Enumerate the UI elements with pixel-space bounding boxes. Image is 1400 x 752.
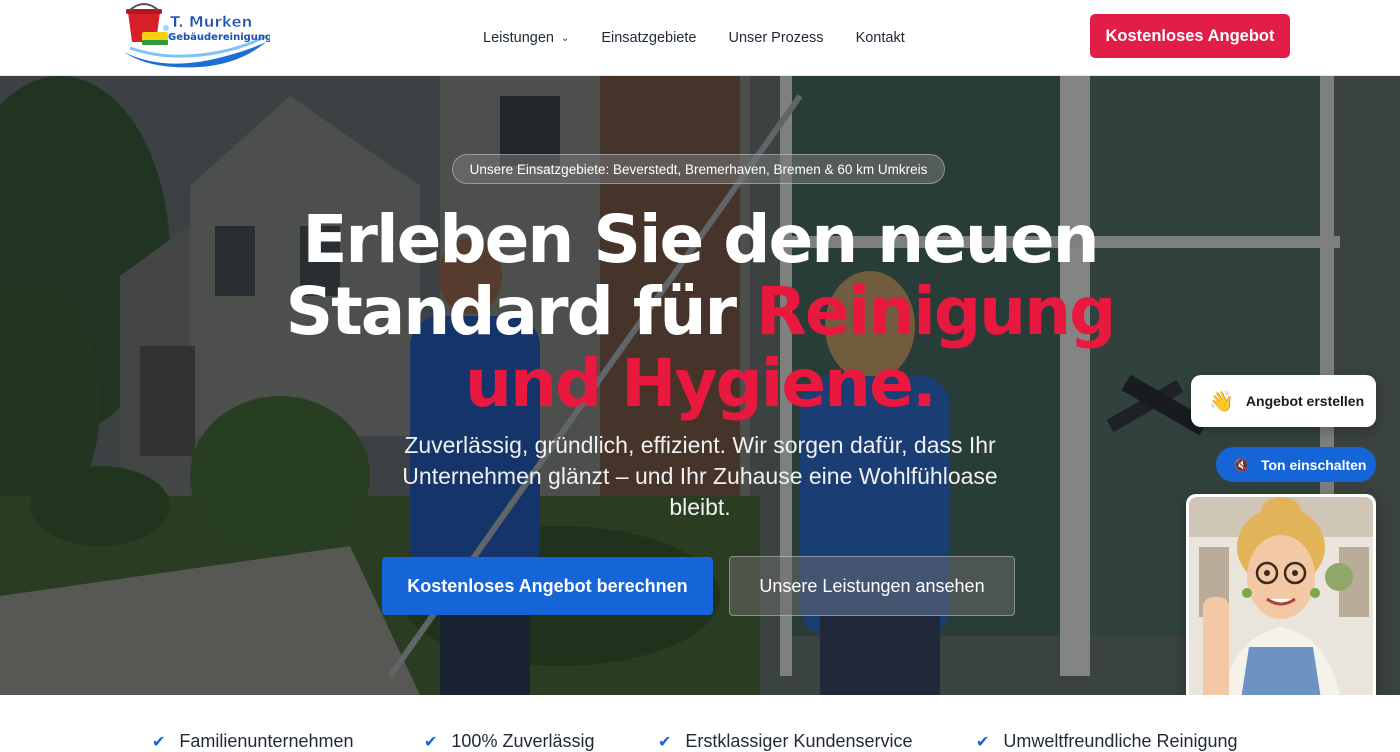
svg-text:T. Murken: T. Murken — [170, 13, 252, 31]
nav-item-label: Unser Prozess — [728, 30, 824, 46]
service-area-badge: Unsere Einsatzgebiete: Beverstedt, Breme… — [452, 154, 945, 184]
nav-item-unser-prozess[interactable]: Unser Prozess — [728, 30, 823, 46]
nav-item-kontakt[interactable]: Kontakt — [856, 30, 905, 46]
feature-label: Erstklassiger Kundenservice — [685, 731, 913, 751]
feature-label: Familienunternehmen — [179, 731, 354, 751]
headline-line-2: Standard für Reinigung — [200, 276, 1200, 348]
create-offer-widget-button[interactable]: 👋 Angebot erstellen — [1191, 375, 1376, 427]
nav-item-label: Leistungen — [483, 30, 554, 46]
svg-text:Gebäudereinigung: Gebäudereinigung — [168, 32, 270, 43]
feature-label: Umweltfreundliche Reinigung — [1003, 731, 1238, 751]
feature-item: ✔ Umweltfreundliche Reinigung — [976, 731, 1238, 752]
nav-item-label: Einsatzgebiete — [601, 30, 697, 46]
headline-line-1: Erleben Sie den neuen — [302, 201, 1099, 278]
waving-hand-icon: 👋 — [1209, 390, 1234, 413]
company-logo[interactable]: T. Murken Gebäudereinigung — [120, 2, 270, 68]
headline-accent-text: Reinigung — [756, 273, 1116, 350]
feature-item: ✔ Familienunternehmen — [152, 731, 354, 752]
checkmark-icon: ✔ — [658, 733, 672, 751]
assistant-avatar-video[interactable] — [1186, 494, 1376, 715]
checkmark-icon: ✔ — [424, 733, 438, 751]
unmute-label: Ton einschalten — [1260, 456, 1367, 473]
hero-subtext: Zuverlässig, gründlich, effizient. Wir s… — [402, 432, 998, 520]
site-header: T. Murken Gebäudereinigung Leistungen ⌄ … — [0, 0, 1400, 76]
chevron-down-icon: ⌄ — [560, 32, 570, 44]
nav-item-einsatzgebiete[interactable]: Einsatzgebiete — [601, 30, 696, 46]
nav-item-leistungen[interactable]: Leistungen ⌄ — [483, 30, 569, 46]
feature-strip: ✔ Familienunternehmen ✔ 100% Zuverlässig… — [0, 695, 1400, 751]
headline-white-text: Standard für — [285, 273, 757, 350]
feature-label: 100% Zuverlässig — [451, 731, 595, 751]
main-navigation: Leistungen ⌄ Einsatzgebiete Unser Prozes… — [483, 0, 937, 76]
checkmark-icon: ✔ — [152, 733, 166, 751]
feature-item: ✔ Erstklassiger Kundenservice — [658, 731, 913, 752]
checkmark-icon: ✔ — [976, 733, 990, 751]
hero-headline: Erleben Sie den neuen Standard für Reini… — [200, 204, 1200, 420]
create-offer-label: Angebot erstellen — [1245, 393, 1365, 409]
calculate-quote-button[interactable]: Kostenloses Angebot berechnen — [382, 557, 713, 615]
headline-line-3: und Hygiene. — [465, 345, 937, 422]
nav-item-label: Kontakt — [855, 30, 905, 46]
unmute-button[interactable]: 🔇 Ton einschalten — [1216, 447, 1376, 482]
free-quote-button[interactable]: Kostenloses Angebot — [1090, 14, 1290, 58]
muted-speaker-icon: 🔇 — [1234, 457, 1249, 472]
feature-item: ✔ 100% Zuverlässig — [424, 731, 594, 752]
view-services-button[interactable]: Unsere Leistungen ansehen — [729, 556, 1015, 616]
